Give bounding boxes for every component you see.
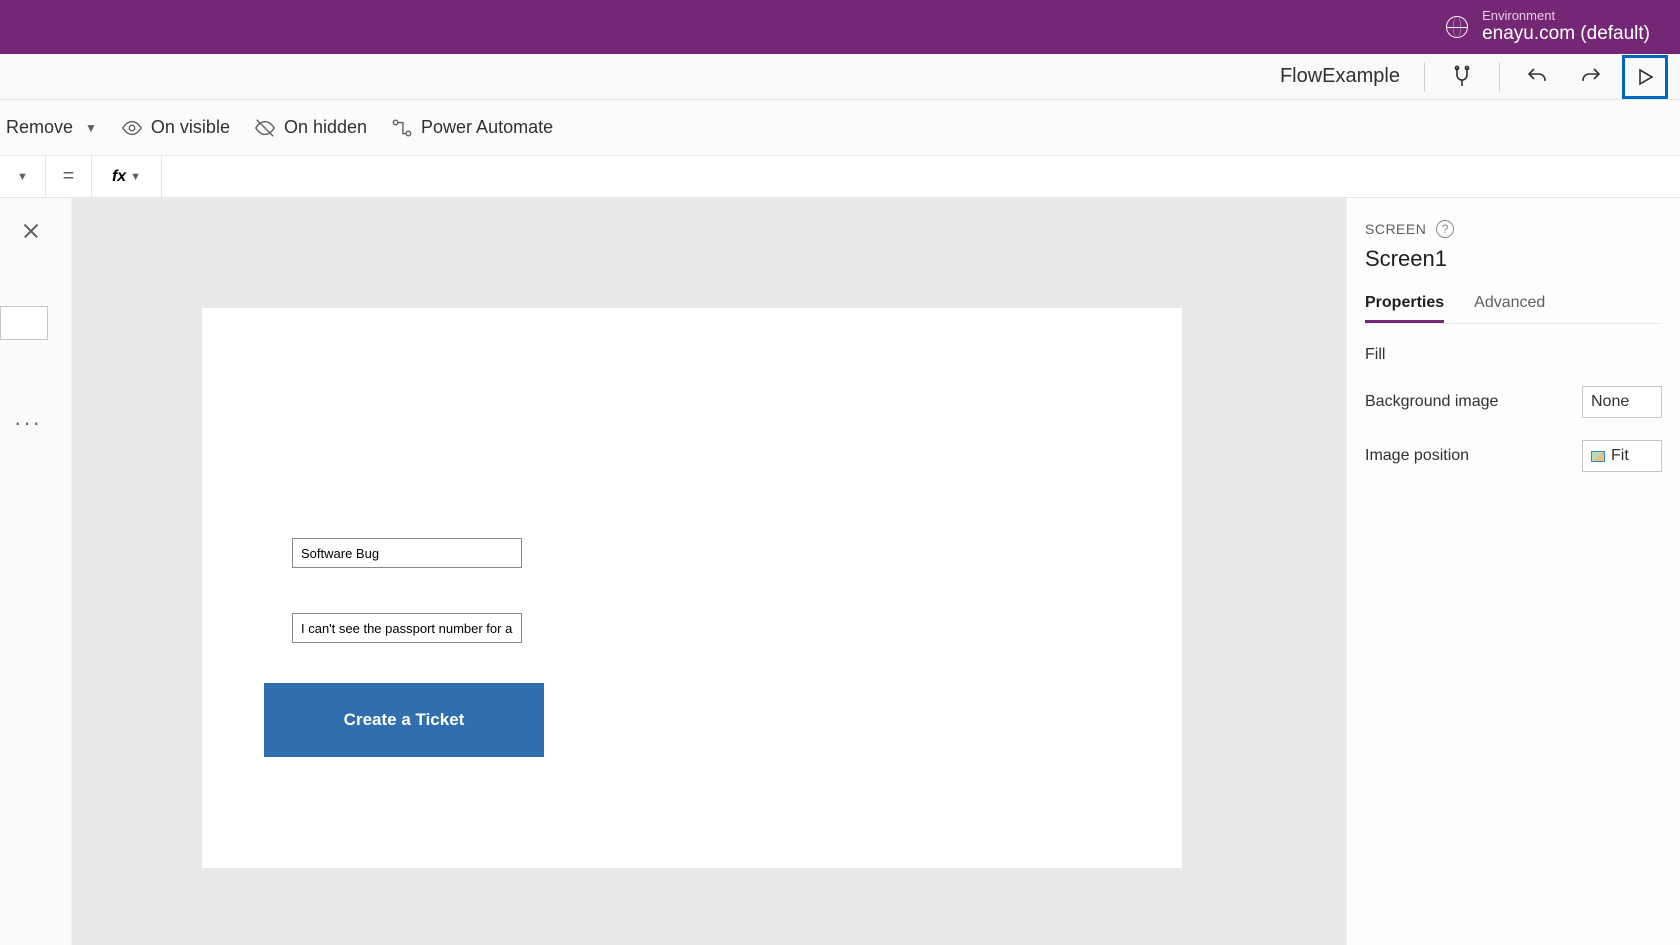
image-position-row: Image position Fit	[1365, 440, 1662, 472]
on-hidden-label: On hidden	[284, 117, 367, 138]
background-image-row: Background image None	[1365, 386, 1662, 418]
object-type-row: SCREEN ?	[1365, 220, 1662, 238]
tree-search-input[interactable]	[0, 306, 48, 340]
undo-icon[interactable]	[1514, 54, 1560, 100]
background-image-select[interactable]: None	[1582, 386, 1662, 418]
chevron-down-icon: ▼	[85, 121, 97, 135]
object-type-label: SCREEN	[1365, 221, 1426, 237]
flow-icon	[391, 117, 413, 139]
create-ticket-button[interactable]: Create a Ticket	[264, 683, 544, 757]
on-hidden-button[interactable]: On hidden	[254, 117, 367, 139]
tab-advanced[interactable]: Advanced	[1474, 294, 1545, 323]
remove-button[interactable]: Remove ▼	[6, 117, 97, 138]
chevron-down-icon: ▼	[130, 171, 141, 183]
equals-label: =	[46, 156, 92, 197]
fx-button[interactable]: fx ▼	[92, 156, 162, 197]
image-position-label: Image position	[1365, 447, 1469, 465]
play-preview-icon[interactable]	[1622, 55, 1668, 99]
properties-panel: SCREEN ? Screen1 Properties Advanced Fil…	[1346, 198, 1680, 945]
formula-bar: ▼ = fx ▼	[0, 156, 1680, 198]
canvas-area[interactable]: Create a Ticket	[72, 198, 1346, 945]
eye-icon	[121, 117, 143, 139]
action-toolbar: Remove ▼ On visible On hidden Power Auto…	[0, 100, 1680, 156]
globe-icon	[1446, 16, 1468, 38]
object-name: Screen1	[1365, 246, 1662, 272]
help-icon[interactable]: ?	[1436, 220, 1454, 238]
command-bar: FlowExample	[0, 54, 1680, 100]
redo-icon[interactable]	[1568, 54, 1614, 100]
on-visible-label: On visible	[151, 117, 230, 138]
close-icon[interactable]	[22, 218, 40, 236]
power-automate-button[interactable]: Power Automate	[391, 117, 553, 139]
text-input-title[interactable]	[292, 538, 522, 568]
workspace: ··· Create a Ticket SCREEN ? Screen1 Pro…	[0, 198, 1680, 945]
tab-properties[interactable]: Properties	[1365, 294, 1444, 323]
eye-off-icon	[254, 117, 276, 139]
app-name: FlowExample	[1270, 65, 1410, 88]
environment-indicator[interactable]: Environment enayu.com (default)	[1482, 8, 1650, 46]
background-image-value: None	[1591, 393, 1629, 411]
image-position-value: Fit	[1611, 447, 1629, 465]
image-position-select[interactable]: Fit	[1582, 440, 1662, 472]
power-automate-label: Power Automate	[421, 117, 553, 138]
chevron-down-icon: ▼	[17, 171, 28, 183]
fill-label: Fill	[1365, 346, 1385, 364]
fx-label: fx	[112, 168, 126, 186]
separator	[1499, 62, 1500, 92]
formula-input[interactable]	[162, 156, 1680, 197]
tree-view-rail: ···	[0, 198, 72, 945]
environment-name: enayu.com (default)	[1482, 23, 1650, 46]
app-header: Environment enayu.com (default)	[0, 0, 1680, 54]
environment-label: Environment	[1482, 8, 1650, 24]
more-options-icon[interactable]: ···	[14, 410, 71, 436]
screen-canvas[interactable]: Create a Ticket	[202, 308, 1182, 868]
property-selector[interactable]: ▼	[0, 156, 46, 197]
app-checker-icon[interactable]	[1439, 54, 1485, 100]
fill-row: Fill	[1365, 346, 1662, 364]
panel-tabs: Properties Advanced	[1365, 294, 1662, 324]
image-thumb-icon	[1591, 451, 1605, 462]
on-visible-button[interactable]: On visible	[121, 117, 230, 139]
remove-label: Remove	[6, 117, 73, 138]
background-image-label: Background image	[1365, 393, 1498, 411]
separator	[1424, 62, 1425, 92]
text-input-description[interactable]	[292, 613, 522, 643]
